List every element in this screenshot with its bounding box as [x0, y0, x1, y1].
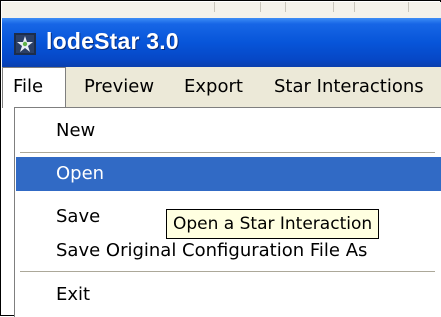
menu-separator: [20, 152, 435, 154]
application-window: lodeStar 3.0 File Preview Export Star In…: [0, 0, 441, 317]
menu-item-label: Save Original Configuration File As: [56, 240, 368, 261]
menu-item-open[interactable]: Open: [16, 157, 441, 191]
menu-file[interactable]: File: [2, 67, 66, 108]
title-bar[interactable]: lodeStar 3.0: [2, 18, 441, 67]
menu-item-label: New: [56, 120, 96, 141]
menu-item-new[interactable]: New: [16, 114, 441, 148]
menu-star-interactions[interactable]: Star Interactions: [274, 67, 424, 107]
menu-preview[interactable]: Preview: [84, 67, 154, 107]
menu-item-label: Open: [56, 163, 105, 184]
tooltip: Open a Star Interaction: [166, 209, 380, 239]
menu-export[interactable]: Export: [184, 67, 243, 107]
menu-item-exit[interactable]: Exit: [16, 278, 441, 312]
menu-bar: File Preview Export Star Interactions: [2, 67, 441, 108]
background-strip: [2, 2, 441, 18]
window-title: lodeStar 3.0: [46, 28, 179, 54]
menu-item-save-original-config-as[interactable]: Save Original Configuration File As: [16, 234, 441, 268]
menu-item-label: Save: [56, 206, 101, 227]
lodestar-app-icon: [14, 33, 36, 55]
menu-separator: [20, 271, 435, 273]
menu-item-label: Exit: [56, 284, 91, 305]
